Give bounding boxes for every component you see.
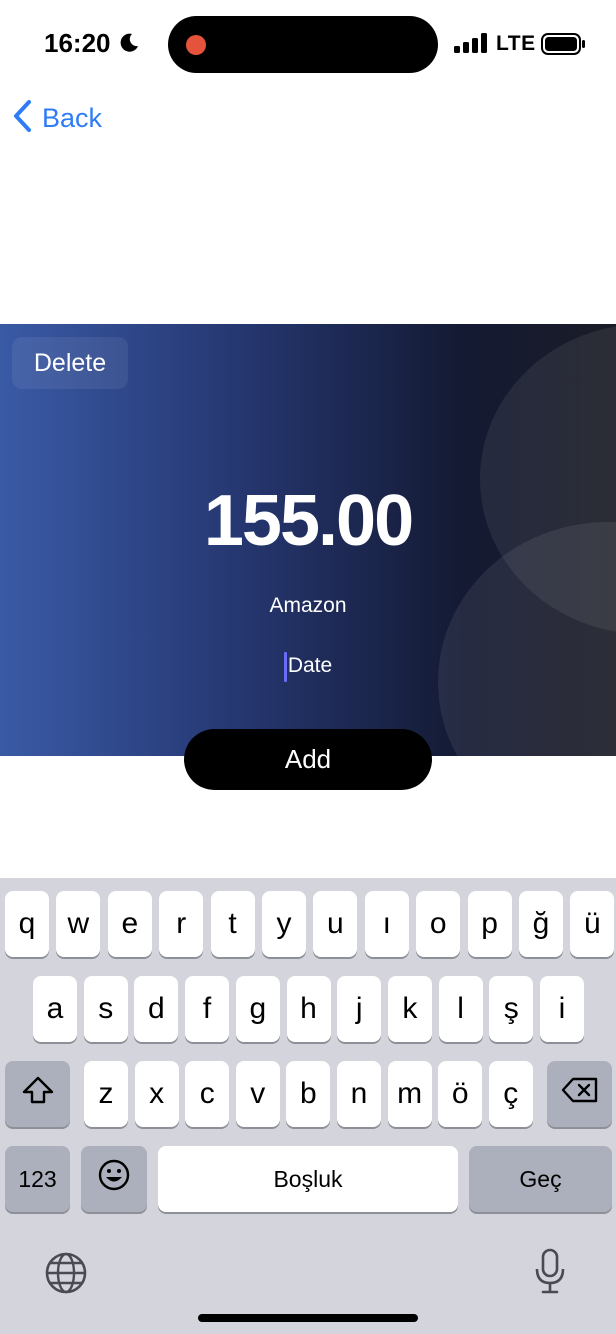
key-ü[interactable]: ü <box>570 891 615 957</box>
key-d[interactable]: d <box>134 976 179 1042</box>
date-field[interactable]: Date <box>0 652 616 682</box>
backspace-key[interactable] <box>547 1061 612 1127</box>
key-f[interactable]: f <box>185 976 230 1042</box>
key-h[interactable]: h <box>286 976 331 1042</box>
key-r[interactable]: r <box>159 891 204 957</box>
key-y[interactable]: y <box>262 891 306 957</box>
emoji-key[interactable] <box>81 1146 147 1212</box>
text-cursor <box>283 652 287 682</box>
moon-icon <box>118 32 140 59</box>
chevron-left-icon <box>12 99 32 138</box>
globe-icon[interactable] <box>44 1251 88 1300</box>
key-v[interactable]: v <box>235 1061 280 1127</box>
home-indicator <box>198 1314 418 1322</box>
key-u[interactable]: u <box>313 891 358 957</box>
numbers-key[interactable]: 123 <box>5 1146 70 1212</box>
key-ğ[interactable]: ğ <box>519 891 563 957</box>
emoji-icon <box>97 1158 131 1200</box>
key-p[interactable]: p <box>467 891 512 957</box>
key-t[interactable]: t <box>210 891 255 957</box>
microphone-icon[interactable] <box>533 1248 567 1299</box>
key-g[interactable]: g <box>235 976 280 1042</box>
amount-field[interactable]: 155.00 <box>0 480 616 562</box>
delete-button[interactable]: Delete <box>12 337 128 389</box>
backspace-icon <box>561 1076 599 1112</box>
key-ı[interactable]: ı <box>364 891 409 957</box>
cellular-signal-icon <box>454 33 488 58</box>
key-q[interactable]: q <box>5 891 49 957</box>
key-a[interactable]: a <box>33 976 77 1042</box>
return-key[interactable]: Geç <box>469 1146 612 1212</box>
key-ö[interactable]: ö <box>438 1061 483 1127</box>
key-e[interactable]: e <box>107 891 152 957</box>
add-button[interactable]: Add <box>184 729 432 790</box>
key-ş[interactable]: ş <box>489 976 534 1042</box>
back-button[interactable]: Back <box>12 98 102 138</box>
key-k[interactable]: k <box>387 976 432 1042</box>
key-ç[interactable]: ç <box>488 1061 533 1127</box>
key-n[interactable]: n <box>337 1061 381 1127</box>
key-m[interactable]: m <box>387 1061 432 1127</box>
status-bar: 16:20 LTE <box>0 0 616 90</box>
shift-key[interactable] <box>5 1061 70 1127</box>
merchant-field[interactable]: Amazon <box>0 594 616 618</box>
space-key[interactable]: Boşluk <box>158 1146 458 1212</box>
battery-icon <box>541 33 587 60</box>
key-i[interactable]: i <box>540 976 584 1042</box>
date-placeholder: Date <box>287 654 333 677</box>
transaction-card: Delete 155.00 Amazon Date <box>0 324 616 756</box>
back-label: Back <box>42 102 103 133</box>
key-s[interactable]: s <box>83 976 128 1042</box>
dynamic-island <box>168 16 438 73</box>
key-j[interactable]: j <box>337 976 382 1042</box>
keyboard: qwertyuıopğü asdfghjklşi zxcvbnmöç 123 B… <box>0 878 616 1334</box>
key-x[interactable]: x <box>134 1061 179 1127</box>
network-type-label: LTE <box>496 32 536 55</box>
key-l[interactable]: l <box>438 976 483 1042</box>
shift-arrow-icon <box>21 1075 55 1113</box>
key-z[interactable]: z <box>84 1061 128 1127</box>
key-b[interactable]: b <box>286 1061 331 1127</box>
recording-indicator-icon <box>186 35 206 55</box>
key-c[interactable]: c <box>185 1061 230 1127</box>
key-o[interactable]: o <box>416 891 461 957</box>
status-time: 16:20 <box>44 28 111 58</box>
key-w[interactable]: w <box>56 891 101 957</box>
